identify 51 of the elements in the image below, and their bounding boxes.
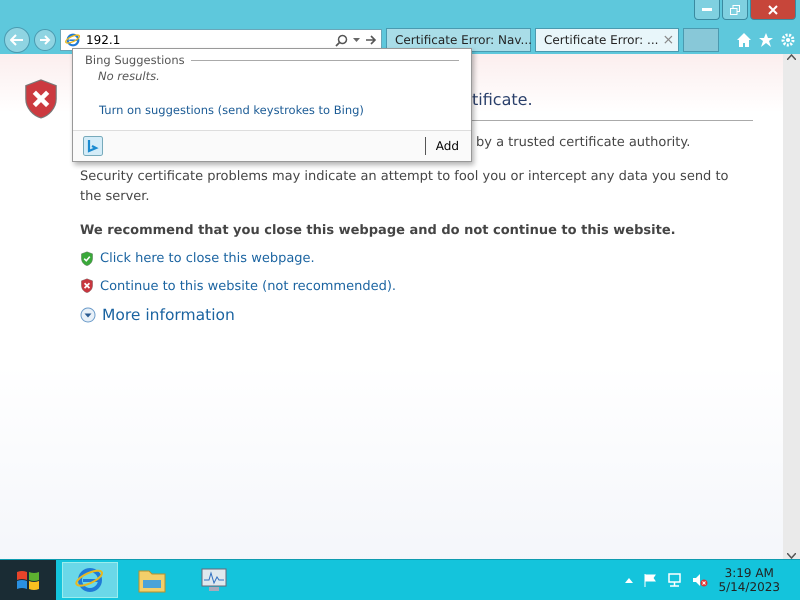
date-text: 5/14/2023 [718, 580, 780, 594]
page-link[interactable]: Continue to this website (not recommended). [100, 278, 396, 294]
new-tab-button[interactable] [683, 28, 719, 52]
muted-speaker-icon[interactable] [692, 573, 708, 587]
home-icon[interactable] [736, 32, 752, 48]
more-information-link[interactable]: More information [102, 306, 235, 324]
browser-tab[interactable]: Certificate Error: Nav... [386, 28, 531, 52]
suggestions-header: Bing Suggestions [85, 53, 185, 67]
taskbar-app-button[interactable] [62, 562, 118, 598]
expand-chevron-icon[interactable] [80, 306, 96, 323]
close-icon [768, 4, 778, 14]
minimize-button[interactable] [694, 0, 720, 20]
add-button[interactable]: Add [424, 137, 461, 155]
caret-up-icon[interactable] [625, 578, 634, 582]
star-icon[interactable] [758, 32, 774, 48]
network-icon[interactable] [667, 573, 682, 587]
scroll-up-icon[interactable] [787, 54, 796, 60]
windows-logo-icon [16, 569, 40, 591]
gear-icon[interactable] [780, 32, 796, 48]
monitor-icon [199, 566, 229, 594]
forward-arrow-icon [39, 35, 51, 45]
scrollbar[interactable] [783, 54, 800, 559]
back-button[interactable] [4, 27, 30, 53]
no-results-text: No results. [97, 68, 161, 85]
search-icon[interactable] [335, 34, 348, 46]
close-button[interactable] [750, 0, 796, 20]
search-provider-icon[interactable] [83, 136, 103, 156]
forward-button[interactable] [34, 29, 56, 51]
clock[interactable]: 3:19 AM 5/14/2023 [718, 566, 780, 594]
recommendation-text: We recommend that you close this webpage and do not continue to this website. [80, 222, 677, 240]
browser-icon [65, 32, 81, 48]
check-shield-icon [80, 251, 94, 266]
restore-button[interactable] [722, 0, 748, 20]
body-text: by a trusted certificate authority. [476, 134, 690, 152]
page-link[interactable]: Click here to close this webpage. [100, 251, 315, 266]
back-arrow-icon [10, 34, 24, 46]
go-arrow-icon[interactable] [365, 35, 377, 45]
minimize-icon [702, 8, 712, 12]
dropdown-caret-icon[interactable] [353, 38, 360, 42]
page-heading: tificate. [472, 90, 533, 111]
error-shield-icon [22, 78, 60, 120]
time-text: 3:19 AM [724, 566, 774, 580]
restore-icon [730, 4, 740, 14]
turn-on-suggestions-link[interactable]: Turn on suggestions (send keystrokes to Bing) [99, 103, 364, 117]
body-paragraph: Security certificate problems may indicate an attempt to fool you or intercept any data you send to the server. [80, 168, 730, 206]
browser-icon [75, 565, 105, 595]
flag-icon[interactable] [643, 573, 658, 587]
browser-tab[interactable]: Certificate Error: ... × [535, 28, 679, 52]
scroll-down-icon[interactable] [787, 553, 796, 559]
warning-shield-icon [80, 278, 94, 294]
start-button[interactable] [0, 560, 56, 600]
